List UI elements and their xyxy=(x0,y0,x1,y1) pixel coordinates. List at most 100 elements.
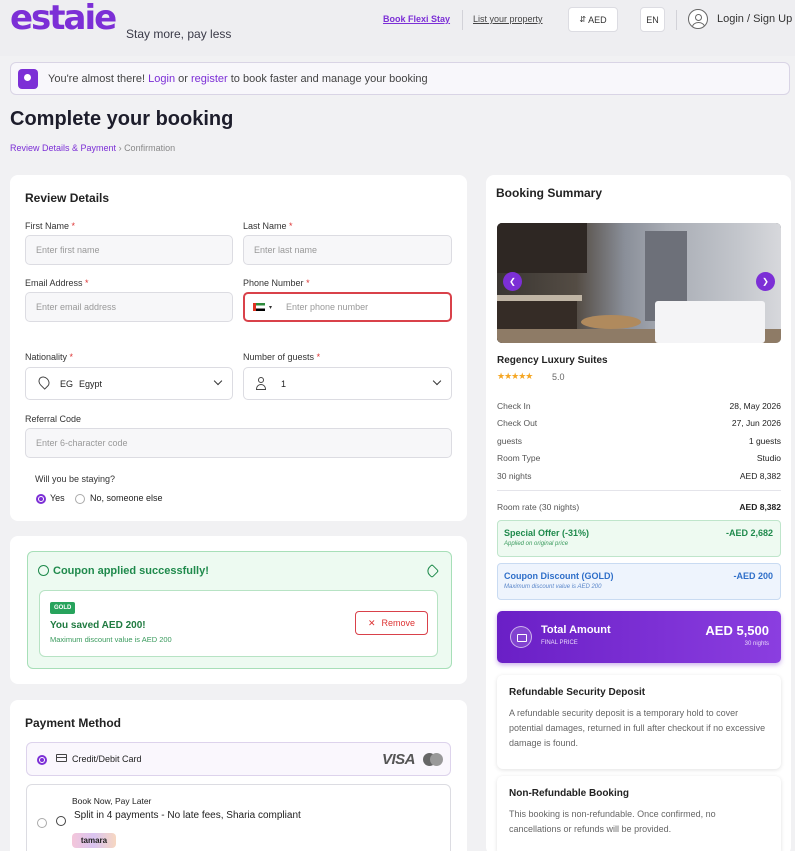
pay-later-option[interactable]: Book Now, Pay Later Split in 4 payments … xyxy=(26,784,451,851)
summary-row: Check Out 27, Jun 2026 xyxy=(497,418,781,428)
total-amount-box: Total Amount FINAL PRICE AED 5,500 30 ni… xyxy=(497,611,781,663)
coupon-max-note: Maximum discount value is AED 200 xyxy=(50,635,172,644)
special-offer-note: Applied on original price xyxy=(504,541,569,547)
phone-label: Phone Number * xyxy=(243,278,310,288)
page-title: Complete your booking xyxy=(10,108,234,130)
tagline: Stay more, pay less xyxy=(126,27,232,41)
rating-value: 5.0 xyxy=(552,372,565,382)
remove-coupon-button[interactable]: ✕ Remove xyxy=(355,611,428,635)
guests-value: 1 xyxy=(281,379,287,389)
card-payment-label: Credit/Debit Card xyxy=(72,754,142,764)
summary-row: 30 nights AED 8,382 xyxy=(497,471,781,481)
referral-label: Referral Code xyxy=(25,414,82,424)
summary-row: Check In 28, May 2026 xyxy=(497,401,781,411)
coupon-saved-text: You saved AED 200! xyxy=(50,620,146,631)
star-rating-icon: ★★★★★ xyxy=(497,371,533,381)
card-payment-radio[interactable] xyxy=(37,755,47,765)
email-input[interactable]: Enter email address xyxy=(25,292,233,322)
card-payment-option[interactable]: Credit/Debit Card VISA xyxy=(26,742,451,776)
total-amount-label: Total Amount xyxy=(541,624,611,636)
tamara-logo: tamara xyxy=(72,833,116,848)
phone-input[interactable]: ▾ Enter phone number xyxy=(243,292,452,322)
tag-icon xyxy=(424,563,440,579)
mastercard-icon xyxy=(423,753,443,766)
breadcrumb-step-confirmation: Confirmation xyxy=(124,143,176,153)
staying-question: Will you be staying? xyxy=(35,474,116,484)
guests-label: Number of guests * xyxy=(243,352,321,362)
review-details-card: Review Details First Name * Enter first … xyxy=(10,175,467,521)
guests-icon xyxy=(256,377,270,390)
coupon-discount-box: Coupon Discount (GOLD) Maximum discount … xyxy=(497,563,781,600)
login-banner: You're almost there! Login or register t… xyxy=(10,62,790,95)
country-code-dropdown-icon[interactable]: ▾ xyxy=(269,304,272,311)
guests-select[interactable]: 1 xyxy=(243,367,452,400)
staying-no-label[interactable]: No, someone else xyxy=(90,493,163,503)
coupon-success-box: Coupon applied successfully! GOLD You sa… xyxy=(27,551,452,669)
non-refundable-text: This booking is non-refundable. Once con… xyxy=(509,809,716,834)
security-deposit-card: Refundable Security Deposit A refundable… xyxy=(497,675,781,769)
non-refundable-title: Non-Refundable Booking xyxy=(509,788,629,799)
chevron-down-icon xyxy=(213,376,223,386)
first-name-input[interactable]: Enter first name xyxy=(25,235,233,265)
location-pin-icon xyxy=(36,374,52,390)
currency-button[interactable]: ⇵ AED xyxy=(568,7,618,32)
staying-yes-radio[interactable] xyxy=(36,494,46,504)
banner-prefix: You're almost there! xyxy=(48,73,146,85)
estaie-logo[interactable]: estaie xyxy=(10,0,117,38)
booking-summary-title: Booking Summary xyxy=(496,186,603,200)
summary-row: guests 1 guests xyxy=(497,436,781,446)
credit-card-icon xyxy=(56,754,67,762)
currency-icon: ⇵ xyxy=(579,15,587,24)
previous-photo-arrow-icon[interactable]: ❮ xyxy=(503,272,522,291)
language-button[interactable]: EN xyxy=(640,7,665,32)
security-deposit-text: A refundable security deposit is a tempo… xyxy=(509,708,766,748)
banner-login-link[interactable]: Login xyxy=(148,73,175,85)
divider xyxy=(676,10,677,30)
close-icon: ✕ xyxy=(367,617,376,628)
breadcrumb: Review Details & Payment › Confirmation xyxy=(10,143,175,153)
currency-label: AED xyxy=(588,14,607,25)
room-photo: ❮ ❯ xyxy=(497,223,781,343)
pay-later-radio[interactable] xyxy=(37,818,47,828)
banner-register-link[interactable]: register xyxy=(191,73,228,85)
estaie-app-icon xyxy=(18,69,38,89)
final-price-label: FINAL PRICE xyxy=(541,640,578,646)
clock-icon xyxy=(56,816,66,826)
hotel-name: Regency Luxury Suites xyxy=(497,355,608,366)
nationality-select[interactable]: EG Egypt xyxy=(25,367,233,400)
coupon-discount-label: Coupon Discount (GOLD) xyxy=(504,571,614,581)
staying-yes-label[interactable]: Yes xyxy=(50,493,65,503)
breadcrumb-step-review[interactable]: Review Details & Payment xyxy=(10,143,116,153)
nationality-code: EG xyxy=(60,379,74,389)
total-amount-value: AED 5,500 xyxy=(705,623,769,638)
staying-no-radio[interactable] xyxy=(75,494,85,504)
chevron-down-icon xyxy=(432,376,442,386)
email-label: Email Address * xyxy=(25,278,89,288)
divider xyxy=(462,10,463,30)
coupon-discount-note: Maximum discount value is AED 200 xyxy=(504,584,602,590)
security-deposit-title: Refundable Security Deposit xyxy=(509,687,646,698)
banner-text: You're almost there! Login or register t… xyxy=(48,73,428,85)
coupon-success-message: Coupon applied successfully! xyxy=(38,565,209,577)
user-icon[interactable] xyxy=(688,9,708,29)
wallet-icon xyxy=(510,626,532,648)
next-photo-arrow-icon[interactable]: ❯ xyxy=(756,272,775,291)
review-details-title: Review Details xyxy=(25,191,110,205)
referral-input[interactable]: Enter 6-character code xyxy=(25,428,452,458)
total-nights: 30 nights xyxy=(744,641,769,647)
visa-logo: VISA xyxy=(382,751,416,768)
login-signup-link[interactable]: Login / Sign Up xyxy=(717,13,792,25)
uae-flag-icon[interactable] xyxy=(253,303,265,311)
applied-coupon: GOLD You saved AED 200! Maximum discount… xyxy=(39,590,438,657)
non-refundable-card: Non-Refundable Booking This booking is n… xyxy=(497,776,781,851)
banner-or: or xyxy=(178,73,188,85)
coupon-discount-value: -AED 200 xyxy=(733,571,773,581)
check-circle-icon xyxy=(38,565,49,576)
divider xyxy=(497,490,781,491)
list-property-link[interactable]: List your property xyxy=(473,14,543,24)
nationality-label: Nationality * xyxy=(25,352,74,362)
last-name-input[interactable]: Enter last name xyxy=(243,235,452,265)
book-flexi-stay-link[interactable]: Book Flexi Stay xyxy=(383,14,450,24)
first-name-label: First Name * xyxy=(25,221,76,231)
payment-method-title: Payment Method xyxy=(25,716,122,730)
